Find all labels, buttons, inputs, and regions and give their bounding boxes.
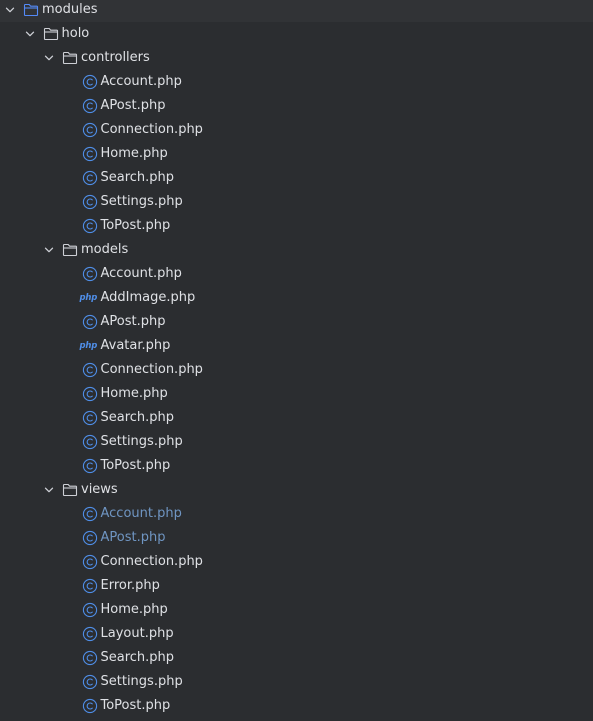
file-label: Account.php (100, 74, 182, 89)
tree-file-row[interactable]: Home.php (0, 142, 593, 166)
php-class-icon (82, 650, 98, 666)
file-label: AddImage.php (100, 290, 196, 305)
folder-icon (62, 242, 78, 258)
file-label: Settings.php (100, 194, 183, 209)
tree-file-row[interactable]: Search.php (0, 406, 593, 430)
php-class-icon (82, 602, 98, 618)
chevron-down-icon[interactable] (24, 28, 36, 40)
tree-file-row[interactable]: Connection.php (0, 550, 593, 574)
file-label: Settings.php (100, 434, 183, 449)
tree-file-row[interactable]: APost.php (0, 310, 593, 334)
php-class-icon (82, 266, 98, 282)
php-class-icon (82, 122, 98, 138)
tree-file-row[interactable]: Layout.php (0, 622, 593, 646)
folder-label: views (81, 482, 118, 497)
tree-folder-holo[interactable]: holo (0, 22, 593, 46)
file-label: Settings.php (100, 674, 183, 689)
chevron-down-icon[interactable] (43, 244, 55, 256)
tree-file-row[interactable]: Connection.php (0, 118, 593, 142)
php-class-icon (82, 458, 98, 474)
tree-folder-views[interactable]: views (0, 478, 593, 502)
file-label: ToPost.php (100, 458, 171, 473)
file-label: Home.php (100, 386, 168, 401)
folder-label: models (81, 242, 129, 257)
file-label: Search.php (100, 170, 175, 185)
folder-label: holo (61, 26, 90, 41)
php-class-icon (82, 98, 98, 114)
php-class-icon (82, 410, 98, 426)
file-label: Connection.php (100, 554, 203, 569)
php-class-icon (82, 362, 98, 378)
tree-file-row[interactable]: ToPost.php (0, 694, 593, 718)
tree-file-row[interactable]: Connection.php (0, 358, 593, 382)
file-label: Search.php (100, 650, 175, 665)
php-class-icon (82, 530, 98, 546)
tree-file-row[interactable]: php AddImage.php (0, 286, 593, 310)
tree-file-row[interactable]: Settings.php (0, 430, 593, 454)
php-class-icon (82, 74, 98, 90)
tree-file-row[interactable]: Account.php (0, 70, 593, 94)
tree-file-row[interactable]: ToPost.php (0, 214, 593, 238)
folder-label: modules (42, 2, 98, 17)
tree-file-row[interactable]: Settings.php (0, 670, 593, 694)
tree-file-row[interactable]: Home.php (0, 382, 593, 406)
tree-file-row[interactable]: Home.php (0, 598, 593, 622)
file-label: ToPost.php (100, 218, 171, 233)
file-label: Search.php (100, 410, 175, 425)
tree-file-row[interactable]: Search.php (0, 646, 593, 670)
folder-icon (62, 50, 78, 66)
php-file-icon: php (79, 341, 98, 351)
php-class-icon (82, 218, 98, 234)
chevron-down-icon[interactable] (4, 4, 16, 16)
tree-file-row[interactable]: php Avatar.php (0, 334, 593, 358)
tree-file-row[interactable]: Account.php (0, 502, 593, 526)
tree-folder-models[interactable]: models (0, 238, 593, 262)
folder-icon (62, 482, 78, 498)
tree-file-row[interactable]: Search.php (0, 166, 593, 190)
php-class-icon (82, 194, 98, 210)
tree-file-row[interactable]: APost.php (0, 526, 593, 550)
php-class-icon (82, 698, 98, 714)
file-label: APost.php (100, 314, 166, 329)
tree-file-row[interactable]: Error.php (0, 574, 593, 598)
php-class-icon (82, 434, 98, 450)
folder-icon (43, 26, 59, 42)
file-label: APost.php (100, 98, 166, 113)
php-class-icon (82, 674, 98, 690)
chevron-down-icon[interactable] (43, 484, 55, 496)
php-class-icon (82, 554, 98, 570)
file-label: Avatar.php (100, 338, 171, 353)
chevron-down-icon[interactable] (43, 52, 55, 64)
file-label: Home.php (100, 602, 168, 617)
file-label: Layout.php (100, 626, 174, 641)
folder-label: controllers (81, 50, 150, 65)
tree-file-row[interactable]: APost.php (0, 94, 593, 118)
tree-file-row[interactable]: Settings.php (0, 190, 593, 214)
php-file-icon: php (79, 293, 98, 303)
file-label: APost.php (100, 530, 166, 545)
php-class-icon (82, 386, 98, 402)
tree-folder-modules[interactable]: modules (0, 0, 593, 22)
file-label: ToPost.php (100, 698, 171, 713)
file-label: Home.php (100, 146, 168, 161)
file-label: Account.php (100, 266, 182, 281)
project-tree: modules holo controllers Account.php APost.p… (0, 0, 593, 721)
php-class-icon (82, 506, 98, 522)
module-folder-icon (23, 2, 39, 18)
php-class-icon (82, 314, 98, 330)
file-label: Connection.php (100, 362, 203, 377)
php-class-icon (82, 626, 98, 642)
file-label: Account.php (100, 506, 182, 521)
tree-file-row[interactable]: Account.php (0, 262, 593, 286)
tree-file-row[interactable]: ToPost.php (0, 454, 593, 478)
tree-folder-controllers[interactable]: controllers (0, 46, 593, 70)
php-class-icon (82, 146, 98, 162)
file-label: Connection.php (100, 122, 203, 137)
file-label: Error.php (100, 578, 160, 593)
php-class-icon (82, 578, 98, 594)
php-class-icon (82, 170, 98, 186)
